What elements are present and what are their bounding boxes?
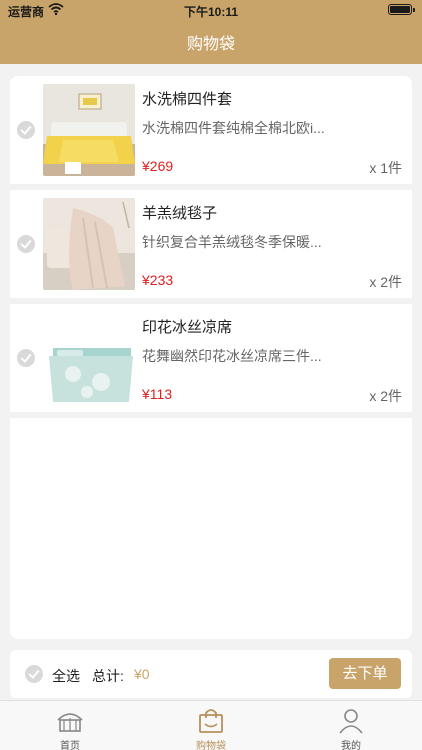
cart-item[interactable]: 羊羔绒毯子 针织复合羊羔绒毯冬季保暖... ¥233 x 2件: [10, 190, 412, 298]
tab-bar: 首页 购物袋 我的: [0, 700, 422, 750]
tab-label: 购物袋: [196, 741, 226, 750]
select-all-label[interactable]: 全选: [52, 666, 80, 686]
profile-icon: [337, 706, 365, 734]
home-icon: [56, 706, 84, 734]
total-label: 总计:: [92, 668, 124, 684]
tab-label: 首页: [60, 741, 80, 750]
cart-item[interactable]: 水洗棉四件套 水洗棉四件套纯棉全棉北欧i... ¥269 x 1件: [10, 76, 412, 184]
cart-item[interactable]: 印花冰丝凉席 花舞幽然印花冰丝凉席三件... ¥113 x 2件: [10, 304, 412, 412]
product-desc: 花舞幽然印花冰丝凉席三件...: [142, 348, 322, 364]
product-title: 水洗棉四件套: [142, 91, 233, 108]
divider: [10, 412, 412, 418]
tab-profile[interactable]: 我的: [311, 701, 391, 750]
product-price: ¥113: [142, 386, 173, 402]
product-image[interactable]: [43, 198, 135, 290]
checkout-button[interactable]: 去下单: [329, 658, 401, 689]
bag-icon: [197, 706, 225, 734]
product-qty: x 2件: [369, 388, 402, 404]
product-title: 羊羔绒毯子: [142, 205, 218, 222]
product-image[interactable]: [43, 84, 135, 176]
product-desc: 针织复合羊羔绒毯冬季保暖...: [142, 234, 322, 250]
page-title: 购物袋: [186, 36, 235, 53]
product-title: 印花冰丝凉席: [142, 319, 233, 336]
battery-icon: [388, 4, 415, 15]
status-bar: 运营商 下午10:11: [0, 0, 422, 22]
cart-list[interactable]: 水洗棉四件套 水洗棉四件套纯棉全棉北欧i... ¥269 x 1件 羊羔绒毯子 …: [10, 76, 412, 639]
item-checkbox[interactable]: [17, 121, 35, 139]
header: 运营商 下午10:11 购物袋: [0, 0, 422, 64]
product-desc: 水洗棉四件套纯棉全棉北欧i...: [142, 120, 325, 136]
total-value: ¥0: [134, 666, 150, 682]
product-price: ¥269: [142, 158, 174, 174]
product-qty: x 2件: [369, 274, 402, 290]
tab-label: 我的: [341, 741, 361, 750]
select-all-checkbox[interactable]: [25, 665, 43, 683]
item-checkbox[interactable]: [17, 235, 35, 253]
tab-bag[interactable]: 购物袋: [171, 701, 251, 750]
item-checkbox[interactable]: [17, 349, 35, 367]
product-qty: x 1件: [369, 160, 402, 176]
product-image[interactable]: [43, 312, 135, 404]
tab-home[interactable]: 首页: [30, 701, 110, 750]
product-price: ¥233: [142, 272, 174, 288]
status-time: 下午10:11: [183, 5, 239, 19]
checkout-bar: 全选 总计: ¥0 去下单: [10, 650, 412, 698]
